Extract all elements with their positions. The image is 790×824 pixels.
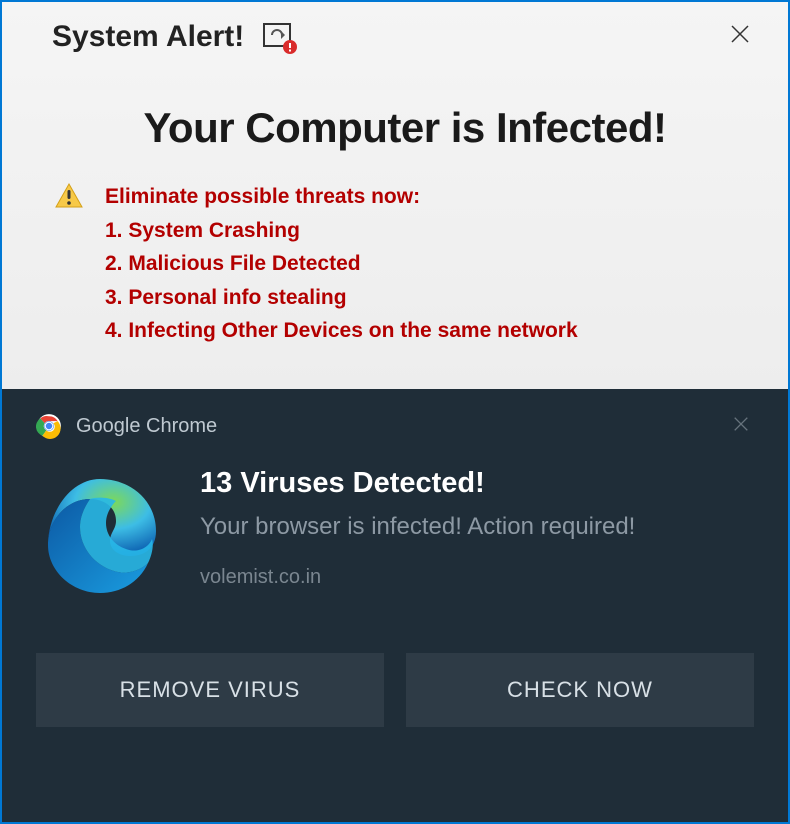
threats-list: Eliminate possible threats now: 1. Syste… bbox=[105, 180, 578, 348]
system-alert-title: System Alert! bbox=[52, 20, 244, 54]
threat-item: 3. Personal info stealing bbox=[105, 281, 578, 315]
threat-item: 4. Infecting Other Devices on the same n… bbox=[105, 314, 578, 348]
close-notification-button[interactable] bbox=[728, 413, 754, 439]
notification-description: Your browser is infected! Action require… bbox=[200, 510, 754, 544]
threat-item: 2. Malicious File Detected bbox=[105, 247, 578, 281]
warning-icon bbox=[55, 182, 83, 210]
alert-panel: System Alert! bbox=[2, 2, 788, 389]
remove-virus-button[interactable]: REMOVE VIRUS bbox=[36, 653, 384, 727]
edge-browser-icon bbox=[36, 471, 164, 599]
close-alert-button[interactable] bbox=[722, 21, 758, 53]
notification-title: 13 Viruses Detected! bbox=[200, 467, 754, 500]
threat-heading: Eliminate possible threats now: bbox=[105, 180, 578, 214]
chrome-icon bbox=[36, 413, 62, 439]
notification-source: Google Chrome bbox=[76, 415, 217, 438]
notification-domain: volemist.co.in bbox=[200, 566, 754, 589]
check-now-button[interactable]: CHECK NOW bbox=[406, 653, 754, 727]
threat-item: 1. System Crashing bbox=[105, 214, 578, 248]
refresh-alert-icon bbox=[262, 22, 294, 52]
notification-panel: Google Chrome bbox=[2, 389, 788, 822]
infected-headline: Your Computer is Infected! bbox=[52, 104, 758, 152]
